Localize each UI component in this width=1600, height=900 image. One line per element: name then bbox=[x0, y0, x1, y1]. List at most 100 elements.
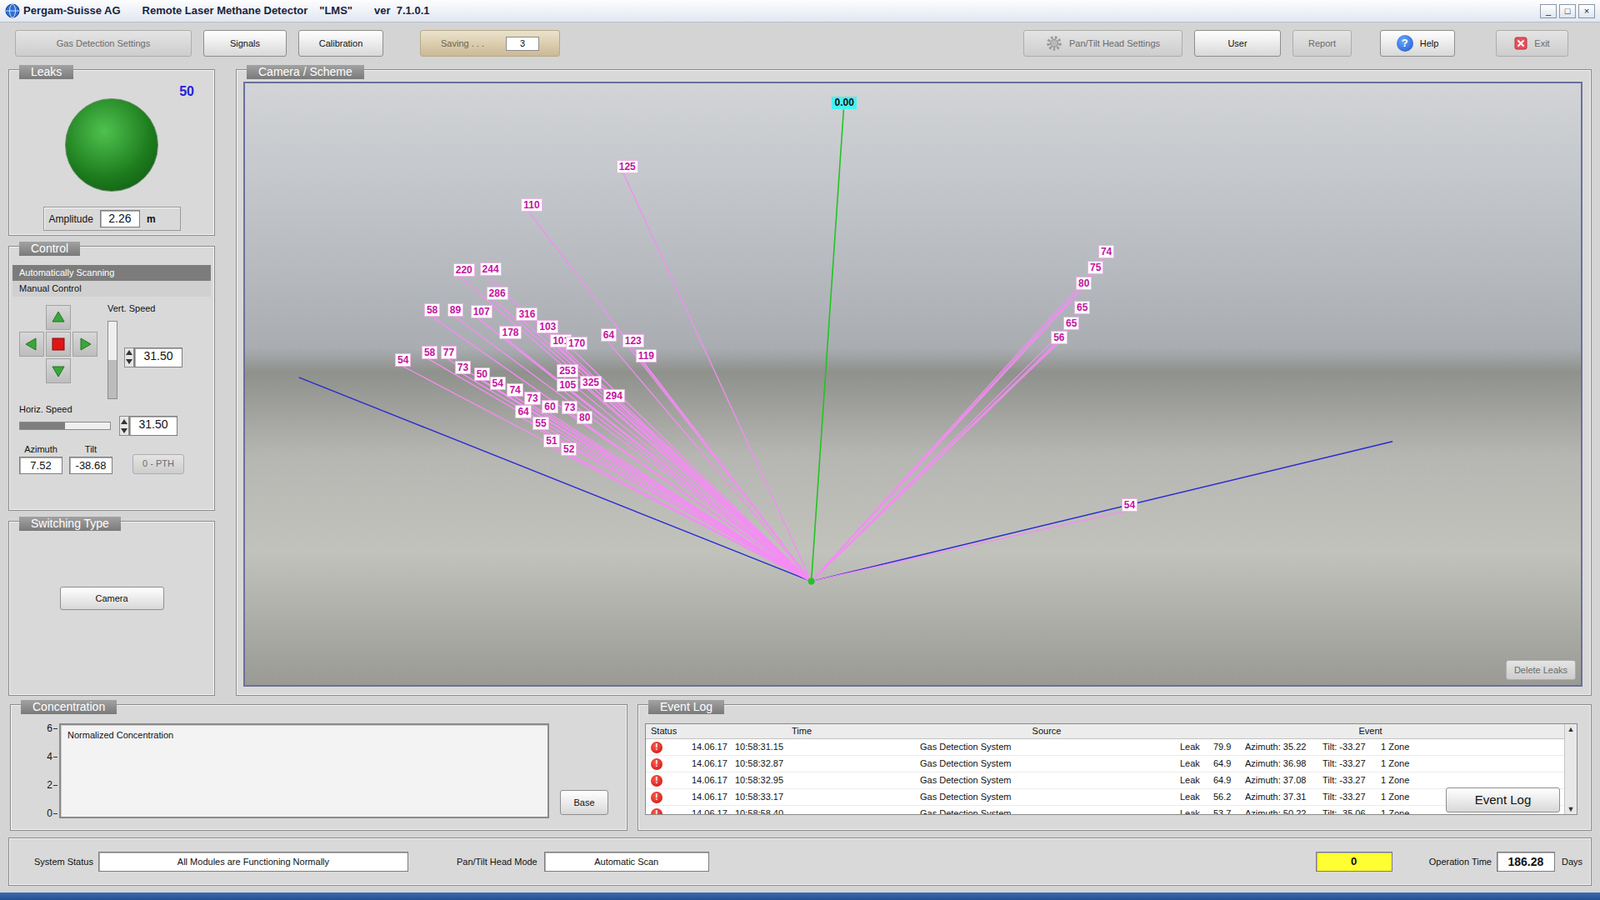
leak-marker[interactable]: 60 bbox=[541, 400, 558, 414]
title-bar: Pergam-Suisse AGRemote Laser Methane Det… bbox=[0, 0, 1600, 23]
leak-marker[interactable]: 74 bbox=[1098, 245, 1115, 259]
event-table-frame: StatusTimeSourceEvent!14.06.1710:58:31.1… bbox=[645, 723, 1578, 815]
toolbar-button[interactable]: Calibration bbox=[298, 30, 384, 57]
arrow-right-icon-graphic bbox=[77, 336, 93, 352]
stop-button[interactable] bbox=[45, 331, 71, 357]
window-control-button[interactable]: □ bbox=[1559, 4, 1576, 19]
spin-arrows[interactable] bbox=[124, 347, 135, 368]
event-row[interactable]: !14.06.1710:58:32.95Gas Detection System… bbox=[645, 772, 1565, 790]
scroll-arrow[interactable]: ▲ bbox=[1567, 724, 1575, 735]
azimuth-field[interactable]: 7.52 bbox=[19, 456, 63, 475]
speed-field[interactable]: 31.50 bbox=[129, 415, 178, 436]
leak-marker[interactable]: 107 bbox=[470, 305, 493, 319]
leak-marker[interactable]: 80 bbox=[1075, 276, 1092, 290]
column-header: Time bbox=[686, 724, 917, 739]
leak-marker[interactable]: 119 bbox=[635, 349, 657, 363]
leak-marker[interactable]: 77 bbox=[440, 345, 457, 360]
leak-marker[interactable]: 65 bbox=[1063, 316, 1080, 330]
toolbar-button[interactable]: ?Help bbox=[1380, 30, 1455, 57]
leak-marker[interactable]: 52 bbox=[560, 442, 577, 456]
delete-leaks-button[interactable]: Delete Leaks bbox=[1505, 660, 1576, 680]
leak-marker[interactable]: 75 bbox=[1087, 260, 1104, 275]
leak-marker[interactable]: 54 bbox=[1121, 498, 1138, 512]
leak-marker[interactable]: 51 bbox=[543, 434, 560, 448]
leak-marker[interactable]: 89 bbox=[447, 303, 464, 317]
leak-marker[interactable]: 58 bbox=[421, 345, 438, 360]
move-down-button[interactable] bbox=[45, 358, 71, 384]
button-label: Calibration bbox=[319, 36, 364, 51]
leak-marker[interactable]: 64 bbox=[515, 405, 531, 419]
leak-marker[interactable]: 105 bbox=[556, 378, 579, 392]
leak-marker[interactable]: 74 bbox=[506, 383, 523, 397]
horizontal-speed-slider[interactable] bbox=[19, 421, 111, 430]
spin-box: 31.50 bbox=[124, 315, 183, 400]
event-log-button[interactable]: Event Log bbox=[1445, 787, 1560, 813]
leak-marker[interactable]: 110 bbox=[520, 198, 542, 212]
leak-marker[interactable]: 253 bbox=[556, 364, 579, 378]
leak-marker[interactable]: 125 bbox=[616, 160, 639, 174]
arrow-right-icon bbox=[77, 336, 93, 352]
spin-arrows[interactable] bbox=[119, 415, 130, 436]
alarm-icon: ! bbox=[650, 741, 663, 754]
move-up-button[interactable] bbox=[45, 305, 71, 330]
event-row[interactable]: !14.06.1710:58:32.87Gas Detection System… bbox=[645, 755, 1565, 773]
amplitude-field[interactable]: 2.26 bbox=[100, 210, 140, 228]
window-control-button[interactable]: _ bbox=[1540, 4, 1557, 19]
system-status-field: All Modules are Functioning Normally bbox=[98, 851, 409, 872]
leak-marker[interactable]: 55 bbox=[532, 416, 549, 430]
arrow-up-icon-graphic bbox=[50, 310, 66, 325]
time-cell: 14.06.1710:58:33.17 bbox=[686, 789, 917, 805]
event-row[interactable]: !14.06.1710:58:58.40Gas Detection System… bbox=[645, 805, 1565, 815]
alarm-icon: ! bbox=[650, 808, 663, 815]
toolbar-button[interactable]: User bbox=[1194, 30, 1281, 57]
leak-marker[interactable]: 316 bbox=[515, 307, 538, 321]
leak-marker[interactable]: 294 bbox=[603, 389, 625, 403]
pad-gap bbox=[72, 358, 98, 384]
tilt-field[interactable]: -38.68 bbox=[69, 456, 113, 475]
scan-mode-label: Automatically Scanning bbox=[19, 267, 115, 278]
leak-marker[interactable]: 80 bbox=[576, 410, 593, 425]
spin-box: 31.50 bbox=[119, 415, 178, 436]
heading-line bbox=[811, 109, 845, 581]
move-right-button[interactable] bbox=[72, 331, 98, 357]
base-button[interactable]: Base bbox=[560, 790, 609, 815]
leak-marker[interactable]: 220 bbox=[453, 263, 475, 277]
leak-marker[interactable]: 123 bbox=[622, 334, 645, 348]
leak-marker[interactable]: 65 bbox=[1074, 300, 1090, 315]
scrollbar[interactable]: ▲▼ bbox=[1564, 724, 1577, 815]
leak-marker[interactable]: 170 bbox=[565, 336, 588, 350]
leak-marker[interactable]: 178 bbox=[499, 325, 521, 340]
scan-mode-option[interactable]: Automatically Scanning bbox=[12, 265, 211, 281]
leak-marker[interactable]: 244 bbox=[480, 262, 502, 276]
leak-ray bbox=[513, 395, 811, 581]
leak-marker[interactable]: 73 bbox=[455, 360, 471, 375]
leak-marker[interactable]: 64 bbox=[600, 328, 617, 342]
leak-ray bbox=[811, 274, 1095, 582]
vertical-speed-slider[interactable] bbox=[107, 320, 118, 400]
speed-field[interactable]: 31.50 bbox=[134, 347, 183, 368]
leak-marker[interactable]: 325 bbox=[580, 375, 602, 390]
leak-marker[interactable]: 73 bbox=[524, 391, 540, 405]
leak-marker[interactable]: 54 bbox=[395, 353, 411, 367]
leak-marker[interactable]: 58 bbox=[424, 303, 440, 317]
leak-marker[interactable]: 103 bbox=[536, 320, 559, 334]
pth-button: 0 - PTH bbox=[132, 454, 185, 475]
head-mode-label: Pan/Tilt Head Mode bbox=[456, 855, 538, 870]
event-row[interactable]: !14.06.1710:58:33.17Gas Detection System… bbox=[645, 789, 1565, 806]
toolbar-button[interactable]: Signals bbox=[203, 30, 287, 57]
camera-button[interactable]: Camera bbox=[60, 586, 165, 610]
leak-marker[interactable]: 286 bbox=[486, 286, 509, 300]
event-part: Azimuth: 37.31 bbox=[1245, 789, 1323, 805]
leak-marker[interactable]: 56 bbox=[1050, 330, 1067, 345]
leak-marker[interactable]: 73 bbox=[561, 400, 578, 415]
leak-ray bbox=[454, 315, 812, 582]
move-left-button[interactable] bbox=[19, 331, 45, 357]
leak-marker[interactable]: 54 bbox=[490, 376, 506, 390]
leak-marker[interactable]: 50 bbox=[474, 367, 490, 381]
window-control-button[interactable]: × bbox=[1578, 4, 1595, 19]
event-row[interactable]: !14.06.1710:58:31.15Gas Detection System… bbox=[645, 739, 1565, 756]
scan-mode-option[interactable]: Manual Control bbox=[12, 280, 211, 297]
event-part: Azimuth: 35.22 bbox=[1245, 739, 1323, 755]
scroll-arrow[interactable]: ▼ bbox=[1567, 804, 1575, 815]
direction-pad bbox=[19, 305, 100, 400]
